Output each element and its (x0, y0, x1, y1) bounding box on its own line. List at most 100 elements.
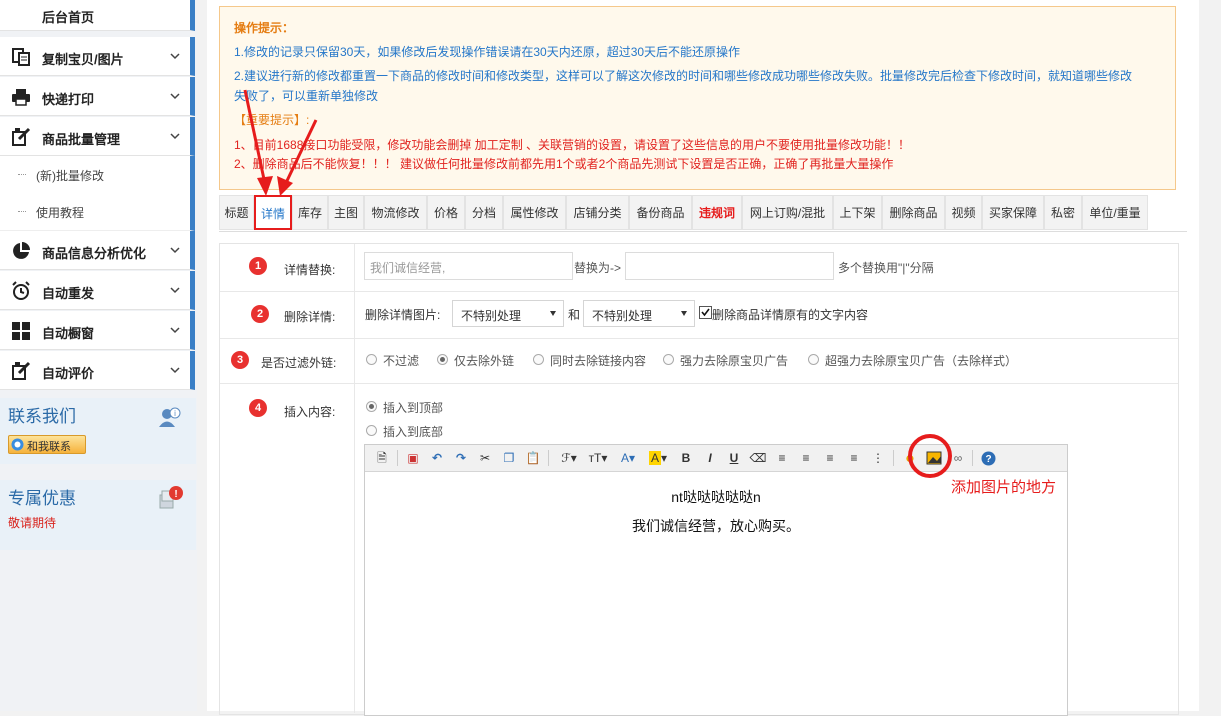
italic-icon[interactable]: I (701, 449, 719, 467)
contact-me-label: 和我联系 (27, 441, 71, 453)
undo-icon[interactable]: ↶ (428, 449, 446, 467)
underline-icon[interactable]: U (725, 449, 743, 467)
tab-attributes[interactable]: 属性修改 (503, 195, 566, 230)
tab-video[interactable]: 视频 (945, 195, 982, 230)
radio-strong-remove-ads[interactable] (663, 354, 674, 365)
radio-remove-links[interactable] (437, 354, 448, 365)
tab-banned-words[interactable]: 违规词 (692, 195, 742, 230)
tab-online-order[interactable]: 网上订购/混批 (742, 195, 833, 230)
find-text-input[interactable]: 我们诚信经营, (364, 252, 573, 280)
toolbar-separator (397, 450, 398, 466)
tab-main-image[interactable]: 主图 (328, 195, 364, 230)
tab-shop-category[interactable]: 店铺分类 (566, 195, 629, 230)
row-label-cell: 1 详情替换: (220, 244, 355, 291)
radio-label: 不过滤 (383, 354, 420, 368)
row-label: 删除详情: (284, 310, 336, 324)
sidebar-item-analysis[interactable]: 商品信息分析优化 (0, 231, 195, 270)
insert-image-icon[interactable] (925, 449, 943, 467)
editor-toolbar: 🗎 ▣ ↶ ↷ ✂ ❐ 📋 ℱ▾ ᴛT▾ A▾ A ▾ B I U ⌫ ≡ ≡ ≡ (365, 445, 1067, 472)
sidebar-item-auto-window[interactable]: 自动橱窗 (0, 311, 195, 350)
sidebar-item-label: 自动重发 (42, 286, 95, 301)
tab-tiers[interactable]: 分档 (465, 195, 503, 230)
font-family-icon[interactable]: ℱ▾ (556, 449, 582, 467)
radio-label: 插入到顶部 (383, 401, 444, 415)
unordered-list-icon[interactable]: ⋮ (869, 449, 887, 467)
radio-insert-top[interactable] (366, 401, 377, 412)
link-icon[interactable]: ∞ (949, 449, 967, 467)
help-icon[interactable]: ? (979, 449, 997, 467)
emoji-icon[interactable]: ☻ (901, 449, 919, 467)
copy-icon[interactable]: ❐ (500, 449, 518, 467)
fullscreen-icon[interactable]: ▣ (404, 449, 422, 467)
sidebar-subitem-tutorial[interactable]: 使用教程 (0, 193, 195, 231)
tree-dash (18, 174, 26, 175)
tab-backup[interactable]: 备份商品 (629, 195, 692, 230)
editor-content[interactable]: nt哒哒哒哒哒n 我们诚信经营，放心购买。 (365, 472, 1067, 715)
tab-label: 买家保障 (988, 206, 1037, 220)
delete-images-select-2[interactable]: 不特别处理 (583, 300, 695, 327)
tab-shelf[interactable]: 上下架 (833, 195, 882, 230)
tab-delete-product[interactable]: 删除商品 (882, 195, 945, 230)
radio-insert-bottom[interactable] (366, 425, 377, 436)
tab-stock[interactable]: 库存 (292, 195, 328, 230)
tab-logistics[interactable]: 物流修改 (364, 195, 427, 230)
delete-text-checkbox[interactable] (699, 306, 712, 319)
step-badge: 1 (249, 257, 267, 275)
svg-text:?: ? (985, 454, 991, 465)
bold-icon[interactable]: B (677, 449, 695, 467)
ordered-list-icon[interactable]: ≡ (845, 449, 863, 467)
sidebar-subitem-new-batch[interactable]: (新)批量修改 (0, 156, 195, 194)
tab-buyer-protection[interactable]: 买家保障 (982, 195, 1044, 230)
sidebar-item-auto-review[interactable]: 自动评价 (0, 351, 195, 390)
redo-icon[interactable]: ↷ (452, 449, 470, 467)
annotation-label: 添加图片的地方 (951, 479, 1057, 496)
delete-images-select[interactable]: 不特别处理 (452, 300, 564, 327)
tree-dash (18, 211, 26, 212)
sidebar-item-batch-manage[interactable]: 商品批量管理 (0, 117, 195, 156)
pie-chart-icon (13, 242, 30, 259)
contact-card: 联系我们 i 和我联系 (0, 398, 196, 464)
tab-label: 库存 (297, 206, 322, 220)
chevron-down-icon (170, 247, 180, 254)
radio-label: 同时去除链接内容 (550, 354, 647, 368)
sidebar-item-auto-resend[interactable]: 自动重发 (0, 271, 195, 310)
sidebar-item-label: 复制宝贝/图片 (42, 52, 124, 67)
contact-me-button[interactable]: 和我联系 (8, 435, 86, 454)
replace-text-input[interactable] (625, 252, 834, 280)
highlight-color-icon[interactable]: A ▾ (645, 449, 671, 467)
tab-label: 私密 (1050, 206, 1075, 220)
row-label-cell: 3 是否过滤外链: (220, 338, 355, 383)
sidebar-item-home[interactable]: 后台首页 (0, 0, 195, 31)
chevron-down-icon (170, 287, 180, 294)
radio-no-filter[interactable] (366, 354, 377, 365)
chevron-down-icon (170, 93, 180, 100)
source-code-icon[interactable]: 🗎 (373, 449, 391, 467)
align-right-icon[interactable]: ≡ (821, 449, 839, 467)
eraser-icon[interactable]: ⌫ (749, 449, 767, 467)
edit-icon (12, 361, 31, 380)
tab-title[interactable]: 标题 (219, 195, 254, 230)
contact-person-icon: i (159, 407, 181, 427)
step-badge: 2 (251, 305, 269, 323)
tab-label: 主图 (333, 206, 358, 220)
row-detail-replace: 1 详情替换: 我们诚信经营, 替换为-> 多个替换用"|"分隔 (220, 244, 1178, 292)
font-size-icon[interactable]: ᴛT▾ (585, 449, 611, 467)
cut-icon[interactable]: ✂ (476, 449, 494, 467)
tab-label: 标题 (224, 206, 249, 220)
select-value: 不特别处理 (461, 309, 522, 323)
promo-card: 专属优惠 ! 敬请期待 (0, 480, 196, 550)
radio-remove-link-content[interactable] (533, 354, 544, 365)
font-color-icon[interactable]: A▾ (615, 449, 641, 467)
radio-super-remove-ads[interactable] (808, 354, 819, 365)
tab-private[interactable]: 私密 (1044, 195, 1082, 230)
sidebar-item-print[interactable]: 快递打印 (0, 77, 195, 116)
align-left-icon[interactable]: ≡ (773, 449, 791, 467)
paste-icon[interactable]: 📋 (524, 449, 542, 467)
sidebar-item-copy[interactable]: 复制宝贝/图片 (0, 37, 195, 76)
tab-unit-weight[interactable]: 单位/重量 (1082, 195, 1148, 230)
toolbar-separator (972, 450, 973, 466)
tab-detail[interactable]: 详情 (254, 195, 292, 230)
align-center-icon[interactable]: ≡ (797, 449, 815, 467)
tab-price[interactable]: 价格 (427, 195, 465, 230)
notice-box: 操作提示： 1.修改的记录只保留30天，如果修改后发现操作错误请在30天内还原，… (219, 6, 1176, 190)
